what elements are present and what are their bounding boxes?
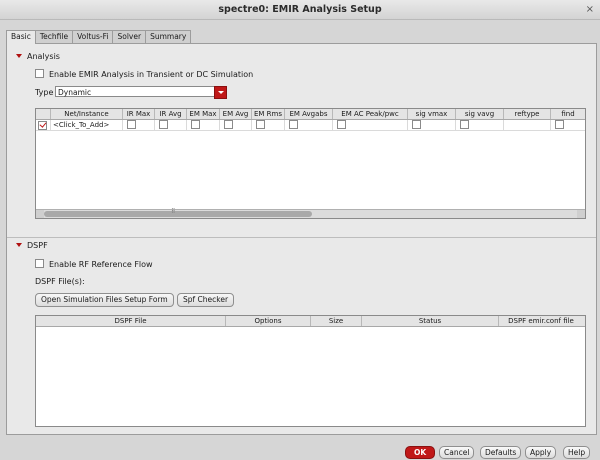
em-avgabs-checkbox-cell[interactable] — [285, 120, 333, 130]
col-header-em-avg[interactable]: EM Avg — [220, 109, 252, 119]
col-header-select — [36, 109, 51, 119]
col-header-sig-vmax[interactable]: sig vmax — [408, 109, 456, 119]
enable-rf-label: Enable RF Reference Flow — [49, 260, 153, 269]
collapse-triangle-icon[interactable] — [16, 53, 22, 58]
dspf-files-table[interactable]: DSPF File Options Size Status DSPF emir.… — [35, 315, 586, 427]
col-header-net-instance[interactable]: Net/Instance — [51, 109, 123, 119]
spf-checker-button[interactable]: Spf Checker — [177, 293, 235, 307]
tab-voltus-fi[interactable]: Voltus-Fi — [72, 30, 114, 43]
basic-panel: Analysis Enable EMIR Analysis in Transie… — [6, 43, 597, 435]
col-header-ir-avg[interactable]: IR Avg — [155, 109, 187, 119]
type-label: Type — [35, 88, 54, 97]
em-rms-checkbox-cell[interactable] — [252, 120, 285, 130]
col-header-dspf-emir-conf[interactable]: DSPF emir.conf file — [499, 316, 583, 326]
col-header-options[interactable]: Options — [226, 316, 311, 326]
grip-icon: ⠿ — [171, 208, 176, 215]
tab-techfile[interactable]: Techfile — [34, 30, 74, 43]
col-header-em-rms[interactable]: EM Rms — [252, 109, 285, 119]
help-button[interactable]: Help — [563, 446, 591, 459]
enable-emir-row[interactable]: Enable EMIR Analysis in Transient or DC … — [35, 69, 254, 79]
open-simulation-files-button[interactable]: Open Simulation Files Setup Form — [35, 293, 174, 307]
collapse-triangle-icon[interactable] — [16, 242, 22, 247]
analysis-section-label: Analysis — [27, 52, 60, 61]
tab-bar: Basic Techfile Voltus-Fi Solver Summary — [6, 30, 192, 44]
em-rms-checkbox[interactable] — [256, 120, 265, 129]
sig-vavg-checkbox-cell[interactable] — [456, 120, 504, 130]
window-titlebar: spectre0: EMIR Analysis Setup × — [0, 0, 600, 20]
em-avg-checkbox[interactable] — [224, 120, 233, 129]
tab-solver[interactable]: Solver — [112, 30, 147, 43]
emir-net-table[interactable]: Net/Instance IR Max IR Avg EM Max EM Avg… — [35, 108, 586, 219]
scrollbar-thumb[interactable]: ⠿ — [44, 208, 312, 217]
find-checkbox-cell[interactable] — [551, 120, 585, 130]
dspf-table-header: DSPF File Options Size Status DSPF emir.… — [36, 316, 585, 327]
col-header-size[interactable]: Size — [311, 316, 362, 326]
cancel-button[interactable]: Cancel — [439, 446, 475, 459]
reftype-cell[interactable] — [504, 120, 551, 130]
table-row[interactable]: <Click_To_Add> — [36, 120, 585, 131]
close-icon[interactable]: × — [586, 0, 594, 19]
ok-button[interactable]: OK — [405, 446, 436, 459]
ir-avg-checkbox[interactable] — [159, 120, 168, 129]
window-title: spectre0: EMIR Analysis Setup — [218, 4, 382, 15]
col-header-em-ac-peak[interactable]: EM AC Peak/pwc — [333, 109, 408, 119]
enable-rf-checkbox[interactable] — [35, 259, 44, 268]
scroll-left-icon[interactable] — [36, 210, 44, 218]
ir-avg-checkbox-cell[interactable] — [155, 120, 187, 130]
analysis-section-header[interactable]: Analysis — [16, 52, 60, 61]
col-header-em-avgabs[interactable]: EM Avgabs — [285, 109, 333, 119]
col-header-reftype[interactable]: reftype — [504, 109, 551, 119]
col-header-ir-max[interactable]: IR Max — [123, 109, 155, 119]
net-instance-cell[interactable]: <Click_To_Add> — [51, 120, 123, 130]
dspf-section-label: DSPF — [27, 241, 48, 250]
find-checkbox[interactable] — [555, 120, 564, 129]
emir-table-header: Net/Instance IR Max IR Avg EM Max EM Avg… — [36, 109, 585, 120]
dspf-files-label: DSPF File(s): — [35, 277, 85, 286]
em-avgabs-checkbox[interactable] — [289, 120, 298, 129]
em-max-checkbox[interactable] — [191, 120, 200, 129]
col-header-find[interactable]: find — [551, 109, 585, 119]
dspf-section-header[interactable]: DSPF — [16, 241, 48, 250]
tab-summary[interactable]: Summary — [145, 30, 192, 43]
type-select-value: Dynamic — [58, 88, 92, 97]
em-max-checkbox-cell[interactable] — [187, 120, 220, 130]
ir-max-checkbox-cell[interactable] — [123, 120, 155, 130]
apply-button[interactable]: Apply — [525, 446, 557, 459]
enable-rf-row[interactable]: Enable RF Reference Flow — [35, 259, 153, 269]
scroll-right-icon[interactable] — [577, 210, 585, 218]
sig-vmax-checkbox[interactable] — [412, 120, 421, 129]
em-ac-peak-checkbox[interactable] — [337, 120, 346, 129]
tab-basic[interactable]: Basic — [6, 30, 36, 44]
col-header-sig-vavg[interactable]: sig vavg — [456, 109, 504, 119]
ir-max-checkbox[interactable] — [127, 120, 136, 129]
sig-vmax-checkbox-cell[interactable] — [408, 120, 456, 130]
enable-emir-label: Enable EMIR Analysis in Transient or DC … — [49, 70, 254, 79]
em-avg-checkbox-cell[interactable] — [220, 120, 252, 130]
em-ac-peak-checkbox-cell[interactable] — [333, 120, 408, 130]
row-checked-checkbox[interactable] — [36, 120, 51, 130]
sig-vavg-checkbox[interactable] — [460, 120, 469, 129]
section-divider — [7, 237, 596, 238]
col-header-em-max[interactable]: EM Max — [187, 109, 220, 119]
col-header-dspf-file[interactable]: DSPF File — [36, 316, 226, 326]
type-select[interactable]: Dynamic — [55, 86, 227, 99]
defaults-button[interactable]: Defaults — [480, 446, 522, 459]
horizontal-scrollbar[interactable]: ⠿ — [36, 208, 585, 218]
checkmark-icon[interactable] — [38, 121, 47, 130]
enable-emir-checkbox[interactable] — [35, 69, 44, 78]
col-header-status[interactable]: Status — [362, 316, 499, 326]
chevron-down-icon[interactable] — [214, 86, 227, 99]
